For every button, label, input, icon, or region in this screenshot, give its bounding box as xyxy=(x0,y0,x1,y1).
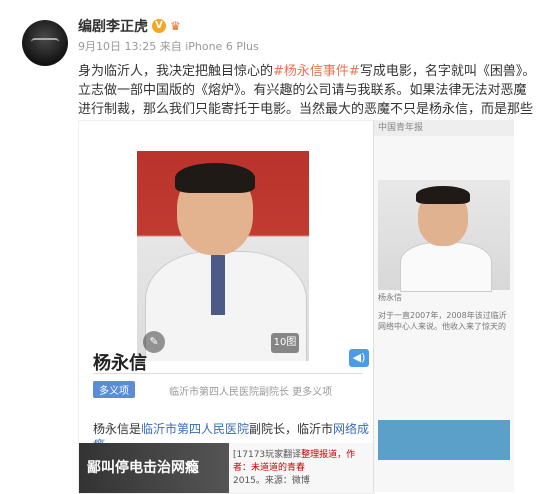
side-caption: 杨永信 xyxy=(378,293,402,302)
video-info-1: [17173玩家翻译 xyxy=(233,450,302,460)
polysemy-tag[interactable]: 多义项 xyxy=(93,381,135,398)
glasses-shape xyxy=(31,38,59,48)
user-name-text[interactable]: 编剧李正虎 xyxy=(78,16,148,36)
speaker-icon[interactable]: ◀) xyxy=(349,349,369,367)
hashtag-link[interactable]: #杨永信事件# xyxy=(273,64,360,79)
baike-card[interactable]: ✎ 10图 杨永信 ◀) 多义项 临沂市第四人民医院副院长 更多义项 杨永信是临… xyxy=(78,120,375,494)
photo-tie xyxy=(211,255,225,315)
post-text-part1: 身为临沂人，我决定把触目惊心的 xyxy=(78,64,274,79)
post-source: 来自 iPhone 6 Plus xyxy=(159,40,259,53)
card-divider xyxy=(93,373,363,374)
post-time[interactable]: 13:25 xyxy=(125,40,157,53)
video-strip[interactable]: 鄙叫停电击治网瘾 [17173玩家翻译整理报道，作者：未道道的青春 2015。来… xyxy=(79,443,374,493)
video-thumb[interactable]: 鄙叫停电击治网瘾 xyxy=(79,443,229,493)
user-name[interactable]: 编剧李正虎 V ♛ xyxy=(78,16,181,36)
hospital-link[interactable]: 临沂市第四人民医院 xyxy=(141,422,249,436)
side-thumb-hair xyxy=(416,186,470,204)
verified-badge-icon: V xyxy=(152,19,166,33)
crown-icon: ♛ xyxy=(170,19,181,33)
side-thumb[interactable] xyxy=(378,180,510,292)
card-photo[interactable]: ✎ 10图 xyxy=(137,151,309,361)
side-header: 中国青年报 xyxy=(374,120,514,136)
side-article[interactable]: 中国青年报 杨永信 对于一直2007年，2008年该过临沂网络中心人来说。他收入… xyxy=(373,120,514,492)
photo-hair xyxy=(175,163,255,193)
desc-text-1: 杨永信是 xyxy=(93,422,142,436)
desc-text-2: 副院长，临沂市 xyxy=(249,422,334,436)
polysemy-dropdown[interactable]: 临沂市第四人民医院副院长 更多义项 xyxy=(169,383,339,398)
video-info-2: 2015。来源：微博 xyxy=(233,476,310,486)
post-meta: 9月10日 13:25 来自 iPhone 6 Plus xyxy=(78,38,259,54)
user-avatar[interactable] xyxy=(22,20,68,66)
photo-count-badge[interactable]: 10图 xyxy=(271,333,299,353)
side-image xyxy=(378,420,510,460)
post-date[interactable]: 9月10日 xyxy=(78,40,121,53)
side-text: 对于一直2007年，2008年该过临沂网络中心人来说。他收入来了惊天的 xyxy=(378,311,507,331)
video-info: [17173玩家翻译整理报道，作者：未道道的青春 2015。来源：微博 xyxy=(229,443,374,493)
video-subtitle: 鄙叫停电击治网瘾 xyxy=(87,460,199,476)
side-thumb-coat xyxy=(400,242,492,292)
card-title: 杨永信 xyxy=(93,353,147,374)
